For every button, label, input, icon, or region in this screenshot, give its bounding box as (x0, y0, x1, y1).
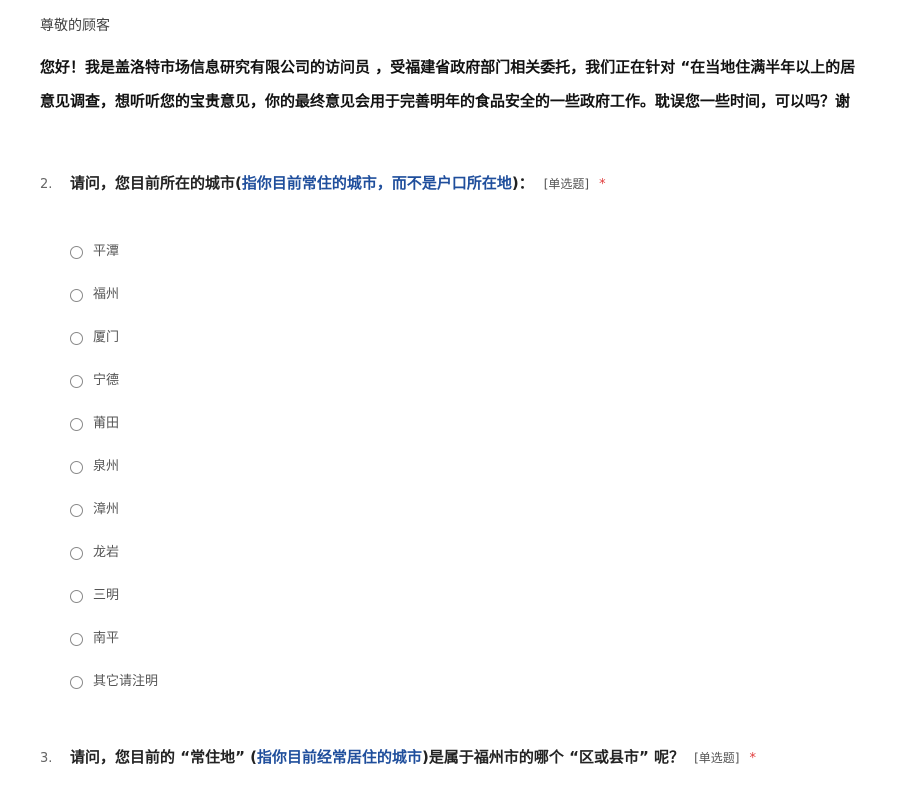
question-hint: 指你目前常住的城市，而不是户口所在地 (241, 174, 512, 192)
radio-button[interactable] (70, 246, 83, 259)
radio-button[interactable] (70, 418, 83, 431)
radio-button[interactable] (70, 289, 83, 302)
option-label[interactable]: 厦门 (93, 327, 119, 349)
radio-button[interactable] (70, 547, 83, 560)
question-number: 2. (40, 177, 53, 192)
radio-option-longyan[interactable]: 龙岩 (70, 543, 158, 586)
radio-button[interactable] (70, 461, 83, 474)
question-title-end: )： (511, 174, 534, 192)
radio-option-pingtan[interactable]: 平潭 (70, 242, 158, 285)
question-title-end: )是属于福州市的哪个 “区或县市” 呢？ (422, 748, 685, 766)
radio-button[interactable] (70, 375, 83, 388)
option-label[interactable]: 平潭 (93, 241, 119, 263)
question-number: 3. (40, 751, 53, 766)
required-marker: * (599, 177, 606, 192)
question-type-label: [单选题] (543, 177, 590, 191)
intro-line-1: 您好！我是盖洛特市场信息研究有限公司的访问员 ，受福建省政府部门相关委托，我们正… (40, 58, 856, 76)
question-hint: 指你目前经常居住的城市 (257, 748, 423, 766)
question-type-label: [单选题] (694, 751, 740, 765)
radio-option-xiamen[interactable]: 厦门 (70, 328, 158, 371)
radio-option-other[interactable]: 其它请注明 (70, 672, 158, 715)
option-label[interactable]: 龙岩 (93, 542, 119, 564)
intro-line-2: 意见调查，想听听您的宝贵意见，你的最终意见会用于完善明年的食品安全的一些政府工作… (40, 92, 851, 110)
option-label[interactable]: 泉州 (93, 456, 119, 478)
question-title-start: 请问，您目前所在的城市( (70, 174, 242, 192)
radio-option-ningde[interactable]: 宁德 (70, 371, 158, 414)
option-label[interactable]: 其它请注明 (93, 671, 158, 693)
option-label[interactable]: 三明 (93, 585, 119, 607)
option-label[interactable]: 莆田 (93, 413, 119, 435)
intro-paragraph: 您好！我是盖洛特市场信息研究有限公司的访问员 ，受福建省政府部门相关委托，我们正… (40, 50, 900, 118)
question-3-title: 3. 请问，您目前的 “常住地” (指你目前经常居住的城市)是属于福州市的哪个 “… (40, 745, 756, 769)
radio-option-quanzhou[interactable]: 泉州 (70, 457, 158, 500)
option-label[interactable]: 宁德 (93, 370, 119, 392)
radio-option-sanming[interactable]: 三明 (70, 586, 158, 629)
question-title-start: 请问，您目前的 “常住地” ( (70, 748, 258, 766)
question-2-options: 平潭 福州 厦门 宁德 莆田 泉州 漳州 龙岩 三明 南平 其它请注明 (70, 242, 158, 715)
radio-option-putian[interactable]: 莆田 (70, 414, 158, 457)
radio-button[interactable] (70, 590, 83, 603)
radio-option-zhangzhou[interactable]: 漳州 (70, 500, 158, 543)
option-label[interactable]: 福州 (93, 284, 119, 306)
radio-option-nanping[interactable]: 南平 (70, 629, 158, 672)
option-label[interactable]: 南平 (93, 628, 119, 650)
radio-button[interactable] (70, 504, 83, 517)
greeting-text: 尊敬的顾客 (40, 18, 110, 34)
required-marker: * (749, 751, 756, 766)
radio-button[interactable] (70, 332, 83, 345)
option-label[interactable]: 漳州 (93, 499, 119, 521)
radio-button[interactable] (70, 676, 83, 689)
question-2-title: 2. 请问，您目前所在的城市(指你目前常住的城市，而不是户口所在地)： [单选题] * (40, 171, 606, 195)
radio-option-fuzhou[interactable]: 福州 (70, 285, 158, 328)
radio-button[interactable] (70, 633, 83, 646)
